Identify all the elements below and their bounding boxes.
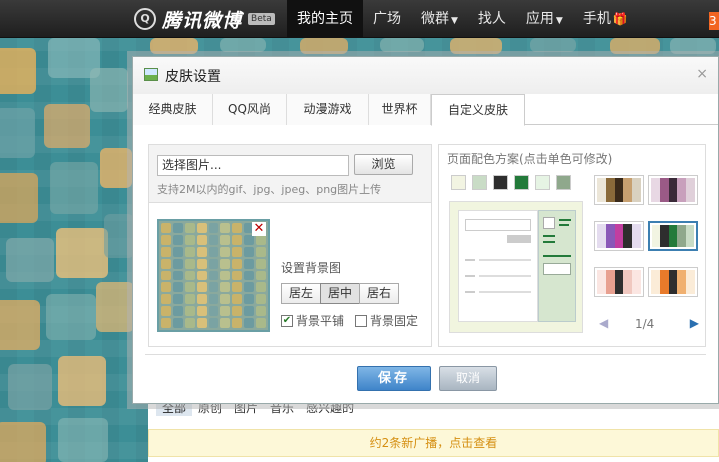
color-swatch[interactable] bbox=[493, 175, 508, 190]
color-swatch[interactable] bbox=[451, 175, 466, 190]
feed-area: 全部 原创 图片 音乐 感兴趣的 约2条新广播，点击查看 bbox=[148, 395, 719, 462]
top-navbar: Q 腾讯微博 Beta 我的主页 广场 微群 ▼ 找人 应用 ▼ 手机 🎁 3 bbox=[0, 0, 719, 38]
fixed-checkbox-row[interactable]: 背景固定 bbox=[355, 312, 418, 329]
color-theme-option[interactable] bbox=[594, 175, 644, 205]
tab-custom-skin[interactable]: 自定义皮肤 bbox=[431, 94, 525, 126]
color-theme-option[interactable] bbox=[648, 267, 698, 297]
nav-apps-label: 应用 bbox=[525, 11, 554, 27]
gift-icon: 🎁 bbox=[612, 12, 628, 26]
position-left-button[interactable]: 居左 bbox=[281, 283, 321, 304]
background-settings-panel: 选择图片... 浏览 支持2M以内的gif、jpg、jpeg、png图片上传 ✕… bbox=[148, 144, 432, 347]
browse-button[interactable]: 浏览 bbox=[354, 154, 413, 175]
upload-row: 选择图片... 浏览 支持2M以内的gif、jpg、jpeg、png图片上传 bbox=[149, 145, 431, 203]
dialog-header: 皮肤设置 × bbox=[133, 57, 718, 94]
main-nav: 我的主页 广场 微群 ▼ 找人 应用 ▼ 手机 🎁 bbox=[287, 0, 638, 38]
upload-hint: 支持2M以内的gif、jpg、jpeg、png图片上传 bbox=[157, 183, 382, 196]
color-swatch[interactable] bbox=[472, 175, 487, 190]
file-path-input[interactable]: 选择图片... bbox=[157, 155, 349, 176]
color-theme-option[interactable] bbox=[594, 221, 644, 251]
preview-main-area bbox=[458, 210, 538, 322]
close-icon[interactable]: × bbox=[696, 66, 708, 82]
tab-world-cup[interactable]: 世界杯 bbox=[369, 94, 431, 125]
fixed-label: 背景固定 bbox=[370, 314, 419, 328]
color-swatch[interactable] bbox=[514, 175, 529, 190]
prev-page-icon[interactable]: ◀ bbox=[599, 316, 608, 330]
picture-icon bbox=[144, 68, 158, 81]
set-background-label: 设置背景图 bbox=[281, 261, 342, 275]
position-center-button[interactable]: 居中 bbox=[320, 283, 360, 304]
save-button[interactable]: 保存 bbox=[357, 366, 431, 391]
cancel-button[interactable]: 取消 bbox=[439, 366, 497, 391]
tab-classic[interactable]: 经典皮肤 bbox=[133, 94, 213, 125]
background-position-group: 居左 居中 居右 bbox=[281, 283, 399, 304]
color-theme-option[interactable] bbox=[648, 175, 698, 205]
color-swatch[interactable] bbox=[535, 175, 550, 190]
background-preview-pattern bbox=[159, 221, 268, 330]
tile-checkbox-row[interactable]: ✔ 背景平铺 bbox=[281, 312, 344, 329]
chevron-down-icon: ▼ bbox=[555, 16, 563, 26]
nav-groups-label: 微群 bbox=[421, 11, 449, 27]
tencent-logo-icon: Q bbox=[134, 8, 156, 30]
tab-anime-games[interactable]: 动漫游戏 bbox=[287, 94, 369, 125]
nav-find-people[interactable]: 找人 bbox=[468, 0, 516, 38]
skin-settings-dialog: 皮肤设置 × 经典皮肤 QQ风尚 动漫游戏 世界杯 自定义皮肤 选择图片... … bbox=[132, 56, 719, 404]
tile-checkbox[interactable]: ✔ bbox=[281, 314, 293, 327]
position-right-button[interactable]: 居右 bbox=[359, 283, 399, 304]
color-theme-option[interactable] bbox=[648, 221, 698, 251]
dialog-title: 皮肤设置 bbox=[165, 69, 221, 85]
tab-qq-style[interactable]: QQ风尚 bbox=[213, 94, 287, 125]
color-swatch[interactable] bbox=[556, 175, 571, 190]
nav-home-label: 我的主页 bbox=[297, 11, 353, 27]
notification-badge[interactable]: 3 bbox=[709, 12, 719, 30]
color-scheme-panel: 页面配色方案(点击单色可修改) ◀ 1/4 ▶ bbox=[438, 144, 706, 347]
remove-image-icon[interactable]: ✕ bbox=[252, 222, 266, 236]
new-posts-bar[interactable]: 约2条新广播，点击查看 bbox=[148, 429, 719, 457]
color-swatches bbox=[451, 175, 571, 190]
nav-apps[interactable]: 应用 ▼ bbox=[516, 0, 573, 38]
chevron-down-icon: ▼ bbox=[451, 16, 458, 26]
page-preview-thumbnail bbox=[449, 201, 583, 333]
footer-divider bbox=[145, 354, 706, 355]
nav-mobile[interactable]: 手机 🎁 bbox=[573, 0, 638, 38]
fixed-checkbox[interactable] bbox=[355, 314, 367, 327]
nav-square-label: 广场 bbox=[373, 11, 401, 27]
preview-sidebar bbox=[538, 210, 576, 322]
skin-tabs: 经典皮肤 QQ风尚 动漫游戏 世界杯 自定义皮肤 bbox=[133, 94, 718, 126]
beta-badge: Beta bbox=[248, 13, 275, 25]
color-scheme-title: 页面配色方案(点击单色可修改) bbox=[447, 152, 613, 166]
theme-pager: ◀ 1/4 ▶ bbox=[597, 316, 701, 334]
background-preview: ✕ bbox=[157, 219, 270, 332]
nav-groups[interactable]: 微群 ▼ bbox=[411, 0, 468, 38]
next-page-icon[interactable]: ▶ bbox=[690, 316, 699, 330]
tile-label: 背景平铺 bbox=[296, 314, 345, 328]
site-logo[interactable]: Q 腾讯微博 Beta bbox=[134, 7, 275, 32]
nav-mobile-label: 手机 bbox=[582, 11, 611, 27]
logo-text: 腾讯微博 bbox=[162, 9, 243, 32]
nav-find-people-label: 找人 bbox=[477, 11, 506, 27]
nav-home[interactable]: 我的主页 bbox=[287, 0, 363, 38]
page-indicator: 1/4 bbox=[635, 317, 655, 331]
color-theme-option[interactable] bbox=[594, 267, 644, 297]
nav-square[interactable]: 广场 bbox=[363, 0, 411, 38]
